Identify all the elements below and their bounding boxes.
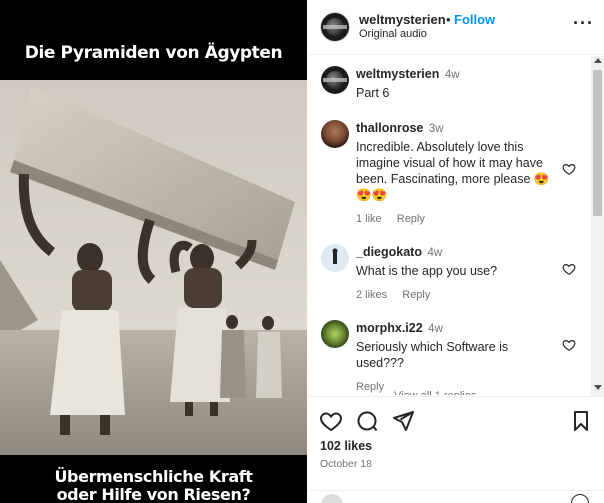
- comment-username[interactable]: weltmysterien: [356, 67, 439, 81]
- post-date: October 18: [320, 458, 372, 470]
- comment-username[interactable]: morphx.i22: [356, 321, 423, 335]
- comment-time: 4w: [428, 323, 443, 335]
- save-bookmark-icon[interactable]: [569, 409, 593, 433]
- comment-like-icon[interactable]: [562, 262, 576, 276]
- comments-scrollbar[interactable]: [591, 56, 604, 396]
- post-details-panel: weltmysterien • Follow Original audio ··…: [307, 0, 604, 503]
- comment-time: 4w: [444, 69, 460, 81]
- comment-username[interactable]: _diegokato: [356, 245, 422, 259]
- media-title: Die Pyramiden von Ägypten: [24, 43, 283, 63]
- comment-text: Seriously which Software is used???: [356, 340, 509, 370]
- more-options-icon[interactable]: ···: [573, 13, 594, 34]
- comment-meta: 1 like Reply: [356, 211, 556, 227]
- post-actions: 102 likes October 18: [307, 396, 604, 503]
- reply-button[interactable]: Reply: [397, 213, 425, 225]
- follow-button[interactable]: Follow: [454, 12, 495, 27]
- comment-text: Incredible. Absolutely love this imagine…: [356, 140, 550, 202]
- media-caption-line-2: oder Hilfe von Riesen?: [56, 485, 251, 503]
- comment-time: 3w: [428, 123, 444, 135]
- media-caption-line-1: Übermenschliche Kraft: [54, 467, 253, 486]
- reply-button[interactable]: Reply: [402, 289, 430, 301]
- author-username[interactable]: weltmysterien: [359, 12, 446, 27]
- like-heart-icon[interactable]: [319, 409, 343, 433]
- post-media[interactable]: Die Pyramiden von Ägypten Übermenschlich…: [0, 0, 307, 503]
- add-comment-bar: [307, 490, 604, 503]
- comment-avatar[interactable]: [321, 244, 349, 272]
- author-avatar[interactable]: [320, 12, 350, 42]
- comment-bubble-icon[interactable]: [355, 409, 379, 433]
- emoji-picker-icon[interactable]: [571, 494, 589, 503]
- scroll-thumb[interactable]: [593, 70, 602, 216]
- comment-text: Part 6: [356, 86, 390, 100]
- comment-username[interactable]: thallonrose: [356, 121, 423, 135]
- likes-count[interactable]: 102 likes: [320, 439, 372, 453]
- comment-avatar[interactable]: [321, 120, 349, 148]
- scroll-up-arrow-icon[interactable]: [594, 58, 602, 63]
- share-send-icon[interactable]: [391, 409, 415, 433]
- comment-text: What is the app you use?: [356, 264, 498, 278]
- reply-button[interactable]: Reply: [356, 381, 384, 393]
- audio-link[interactable]: Original audio: [359, 28, 427, 40]
- comment-meta: 2 likes Reply: [356, 287, 556, 303]
- post-image: [0, 80, 307, 455]
- comment-time: 4w: [427, 247, 443, 259]
- comment-avatar[interactable]: [321, 66, 349, 94]
- current-user-avatar: [321, 494, 343, 503]
- comments-list: weltmysterien 4w Part 6 thallonrose 3w I…: [307, 56, 604, 396]
- comment-like-icon[interactable]: [562, 338, 576, 352]
- comment-likes[interactable]: 2 likes: [356, 289, 387, 301]
- media-caption: Übermenschliche Kraft oder Hilfe von Rie…: [0, 468, 307, 503]
- comment-avatar[interactable]: [321, 320, 349, 348]
- separator-dot: •: [446, 12, 451, 27]
- view-replies-link[interactable]: View all 1 replies: [394, 389, 476, 395]
- comment-likes[interactable]: 1 like: [356, 213, 382, 225]
- scroll-down-arrow-icon[interactable]: [594, 385, 602, 390]
- post-header: weltmysterien • Follow Original audio ··…: [307, 0, 604, 55]
- comment-like-icon[interactable]: [562, 162, 576, 176]
